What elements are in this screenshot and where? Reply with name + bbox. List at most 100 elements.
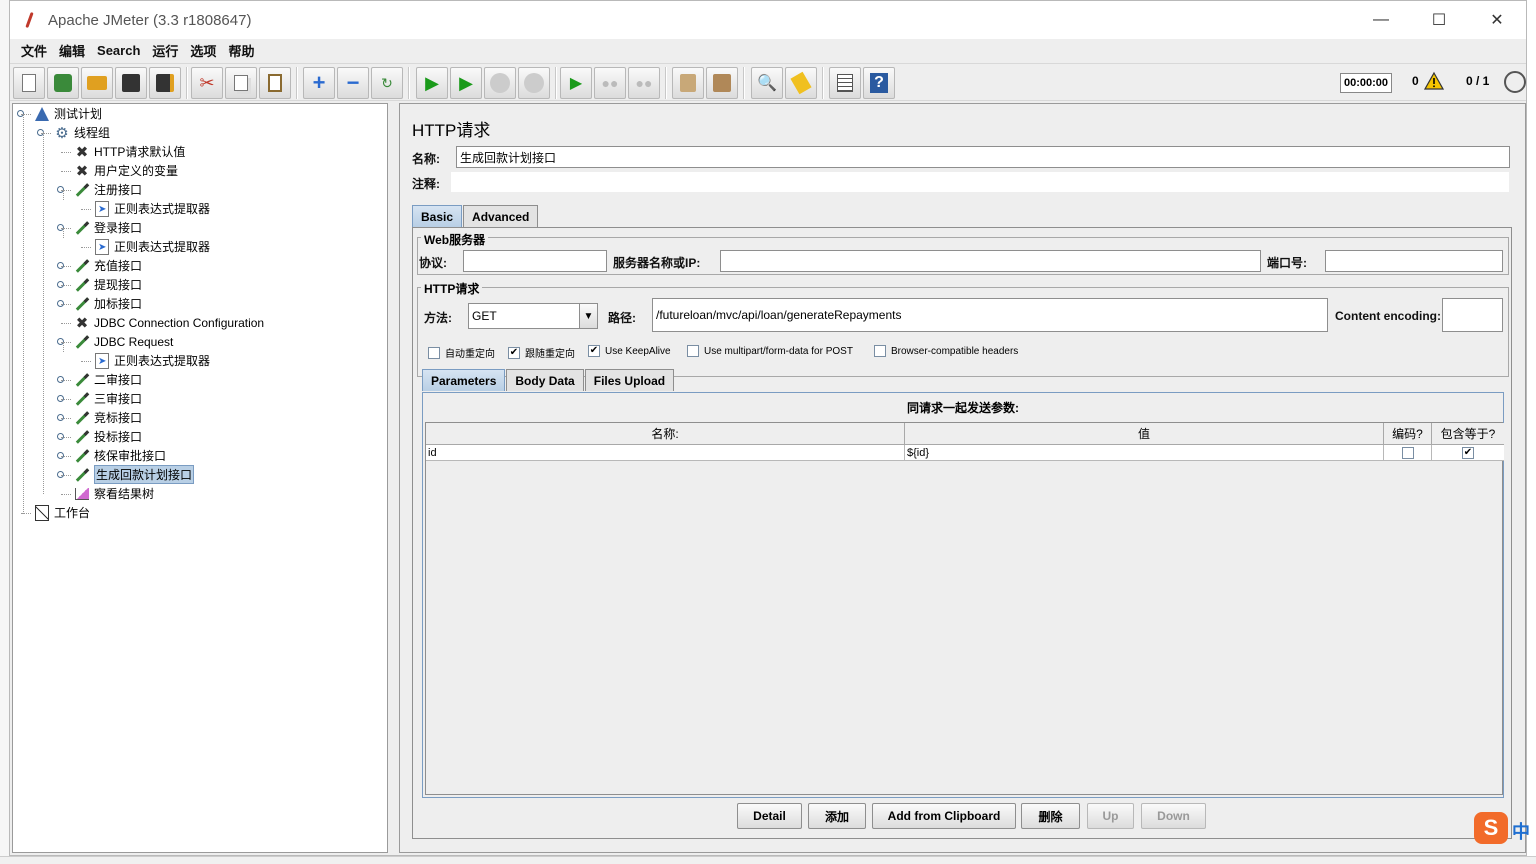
split-pane-divider[interactable] — [390, 103, 398, 853]
delete-button[interactable]: 删除 — [1021, 803, 1080, 829]
new-icon[interactable] — [13, 67, 45, 99]
content-encoding-field[interactable] — [1442, 298, 1503, 332]
param-encode-cell[interactable] — [1384, 445, 1432, 461]
param-value-cell[interactable]: ${id} — [905, 445, 1384, 461]
server-field[interactable] — [720, 250, 1261, 272]
checkbox-keepalive[interactable]: ✔ — [588, 345, 600, 357]
reset-search-icon[interactable] — [785, 67, 817, 99]
menu-search[interactable]: Search — [91, 43, 146, 58]
auto-redirect-checkbox[interactable]: 自动重定向 — [428, 345, 495, 360]
add-from-clipboard-button[interactable]: Add from Clipboard — [872, 803, 1016, 829]
collapse-icon[interactable]: − — [337, 67, 369, 99]
remote-start-icon[interactable]: ▶ — [560, 67, 592, 99]
menu-options[interactable]: 选项 — [184, 41, 222, 60]
tab-basic[interactable]: Basic — [412, 205, 463, 227]
encode-checkbox[interactable] — [1401, 446, 1414, 459]
menu-run[interactable]: 运行 — [146, 41, 184, 60]
tree-node[interactable]: 登录接口 — [73, 218, 142, 237]
param-name-cell[interactable]: id — [426, 445, 905, 461]
tree-node[interactable]: 注册接口 — [73, 180, 142, 199]
checkbox-auto-redirect[interactable] — [428, 346, 440, 359]
browser-headers-checkbox[interactable]: Browser-compatible headers — [874, 345, 1018, 357]
tree-node[interactable]: ✖ 用户定义的变量 — [73, 161, 178, 180]
copy-icon[interactable] — [225, 67, 257, 99]
stop-icon[interactable] — [484, 67, 516, 99]
maximize-button[interactable]: ☐ — [1410, 1, 1468, 39]
help-icon[interactable]: ? — [863, 67, 895, 99]
cut-icon[interactable]: ✂ — [191, 67, 223, 99]
search-icon[interactable]: 🔍 — [751, 67, 783, 99]
tree-node[interactable]: ✖ HTTP请求默认值 — [73, 142, 186, 161]
start-no-pause-icon[interactable]: ▶ — [450, 67, 482, 99]
tree-node[interactable]: ➤ 正则表达式提取器 — [93, 237, 210, 256]
checkbox-follow-redirects[interactable]: ✔ — [508, 346, 520, 359]
column-value[interactable]: 值 — [905, 423, 1384, 445]
tree-node[interactable]: 加标接口 — [73, 294, 142, 313]
menu-edit[interactable]: 编辑 — [53, 41, 91, 60]
tree-node[interactable]: ⚙ 线程组 — [53, 123, 110, 142]
tree-node[interactable]: 投标接口 — [73, 427, 142, 446]
warning-icon[interactable] — [1424, 71, 1444, 91]
tree-node[interactable]: ➤ 正则表达式提取器 — [93, 351, 210, 370]
remote-stop-icon[interactable]: ●● — [594, 67, 626, 99]
tab-parameters[interactable]: Parameters — [422, 369, 506, 391]
port-field[interactable] — [1325, 250, 1503, 272]
start-icon[interactable]: ▶ — [416, 67, 448, 99]
tree-node[interactable]: 充值接口 — [73, 256, 142, 275]
shutdown-icon[interactable] — [518, 67, 550, 99]
tree-node[interactable]: 察看结果树 — [73, 484, 154, 503]
menu-help[interactable]: 帮助 — [222, 41, 260, 60]
tree-node[interactable]: 提现接口 — [73, 275, 142, 294]
templates-icon[interactable] — [47, 67, 79, 99]
param-include-equals-cell[interactable]: ✔ — [1432, 445, 1504, 461]
tree-node[interactable]: ✖ JDBC Connection Configuration — [73, 313, 264, 332]
ime-mode-indicator[interactable]: 中 — [1512, 818, 1530, 844]
checkbox-multipart[interactable] — [687, 345, 699, 357]
minimize-button[interactable]: — — [1352, 1, 1410, 39]
tab-files-upload[interactable]: Files Upload — [584, 369, 675, 391]
up-button[interactable]: Up — [1087, 803, 1134, 829]
expand-icon[interactable]: + — [303, 67, 335, 99]
tab-advanced[interactable]: Advanced — [463, 205, 539, 227]
open-icon[interactable] — [81, 67, 113, 99]
save-icon[interactable] — [115, 67, 147, 99]
remote-engines-icon[interactable] — [1504, 71, 1526, 93]
tree-node[interactable]: JDBC Request — [73, 332, 173, 351]
method-select[interactable]: GET ▼ — [468, 303, 598, 329]
tree-node[interactable]: ➤ 正则表达式提取器 — [93, 199, 210, 218]
detail-button[interactable]: Detail — [737, 803, 802, 829]
chevron-down-icon[interactable]: ▼ — [579, 304, 597, 328]
protocol-field[interactable] — [463, 250, 607, 272]
column-name[interactable]: 名称: — [426, 423, 905, 445]
close-button[interactable]: ✕ — [1468, 1, 1526, 39]
name-field[interactable]: 生成回款计划接口 — [456, 146, 1510, 168]
paste-icon[interactable] — [259, 67, 291, 99]
follow-redirects-checkbox[interactable]: ✔ 跟随重定向 — [508, 345, 575, 360]
tab-body-data[interactable]: Body Data — [506, 369, 584, 391]
clear-all-icon[interactable] — [706, 67, 738, 99]
comment-field[interactable] — [450, 171, 1510, 193]
include-equals-checkbox[interactable]: ✔ — [1462, 446, 1474, 459]
path-field[interactable]: /futureloan/mvc/api/loan/generateRepayme… — [652, 298, 1328, 332]
function-helper-icon[interactable] — [829, 67, 861, 99]
column-encode[interactable]: 编码? — [1384, 423, 1432, 445]
clear-icon[interactable] — [672, 67, 704, 99]
tree-node[interactable]: 工作台 — [33, 503, 90, 522]
ime-logo-icon[interactable]: S — [1474, 812, 1508, 844]
remote-shutdown-icon[interactable]: ●● — [628, 67, 660, 99]
multipart-checkbox[interactable]: Use multipart/form-data for POST — [687, 345, 853, 357]
menu-file[interactable]: 文件 — [15, 41, 53, 60]
checkbox-browser-headers[interactable] — [874, 345, 886, 357]
tree-node[interactable]: 三审接口 — [73, 389, 142, 408]
tree-node[interactable]: 生成回款计划接口 — [73, 465, 195, 484]
tree-node[interactable]: 核保审批接口 — [73, 446, 166, 465]
down-button[interactable]: Down — [1141, 803, 1206, 829]
save-as-icon[interactable] — [149, 67, 181, 99]
column-include-equals[interactable]: 包含等于? — [1432, 423, 1504, 445]
tree-node[interactable]: 测试计划 — [33, 104, 102, 123]
tree-node[interactable]: 二审接口 — [73, 370, 142, 389]
toggle-icon[interactable]: ↻ — [371, 67, 403, 99]
tree-node[interactable]: 竞标接口 — [73, 408, 142, 427]
keepalive-checkbox[interactable]: ✔ Use KeepAlive — [588, 345, 671, 357]
add-button[interactable]: 添加 — [808, 803, 866, 829]
